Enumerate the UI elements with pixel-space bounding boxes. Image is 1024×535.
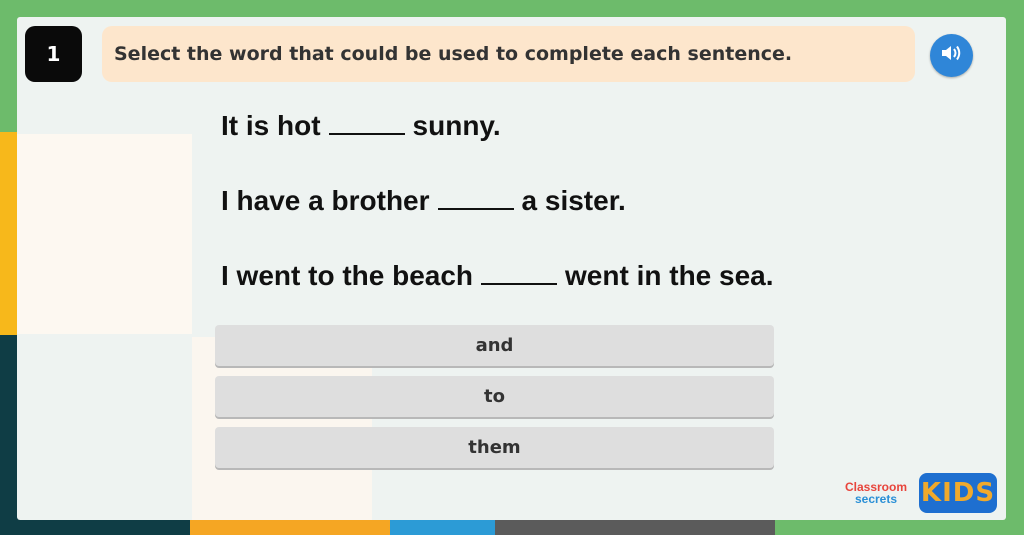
prompt-text: Select the word that could be used to co… (114, 43, 793, 65)
classroom-secrets-kids-logo: Classroom secrets KIDS (841, 470, 1001, 515)
sentence-text: I went to the beach (221, 260, 474, 291)
decor-panel (17, 134, 192, 334)
logo-wordmark: Classroom secrets (841, 481, 911, 505)
option-and-button[interactable]: and (215, 325, 774, 366)
question-number: 1 (25, 26, 82, 82)
speaker-icon (940, 43, 964, 68)
sentence-2: I have a brother a sister. (221, 185, 921, 222)
question-prompt: Select the word that could be used to co… (102, 26, 915, 82)
audio-button[interactable] (930, 34, 973, 77)
option-to-button[interactable]: to (215, 376, 774, 417)
sentence-list: It is hot sunny. I have a brother a sister… (221, 110, 921, 335)
sentence-text: sunny. (412, 110, 501, 141)
sentence-text: I have a brother (221, 185, 430, 216)
question-card: 1 Select the word that could be used to … (17, 17, 1006, 520)
blank (328, 110, 405, 135)
sentence-3: I went to the beach went in the sea. (221, 260, 921, 297)
blank (481, 260, 558, 285)
sentence-text: It is hot (221, 110, 321, 141)
sentence-1: It is hot sunny. (221, 110, 921, 147)
logo-kids-badge: KIDS (919, 472, 997, 513)
answer-options: and to them (215, 325, 774, 478)
logo-line2: secrets (854, 491, 898, 506)
sentence-text: went in the sea. (565, 260, 774, 291)
option-them-button[interactable]: them (215, 427, 774, 468)
blank (437, 185, 514, 210)
sentence-text: a sister. (521, 185, 626, 216)
